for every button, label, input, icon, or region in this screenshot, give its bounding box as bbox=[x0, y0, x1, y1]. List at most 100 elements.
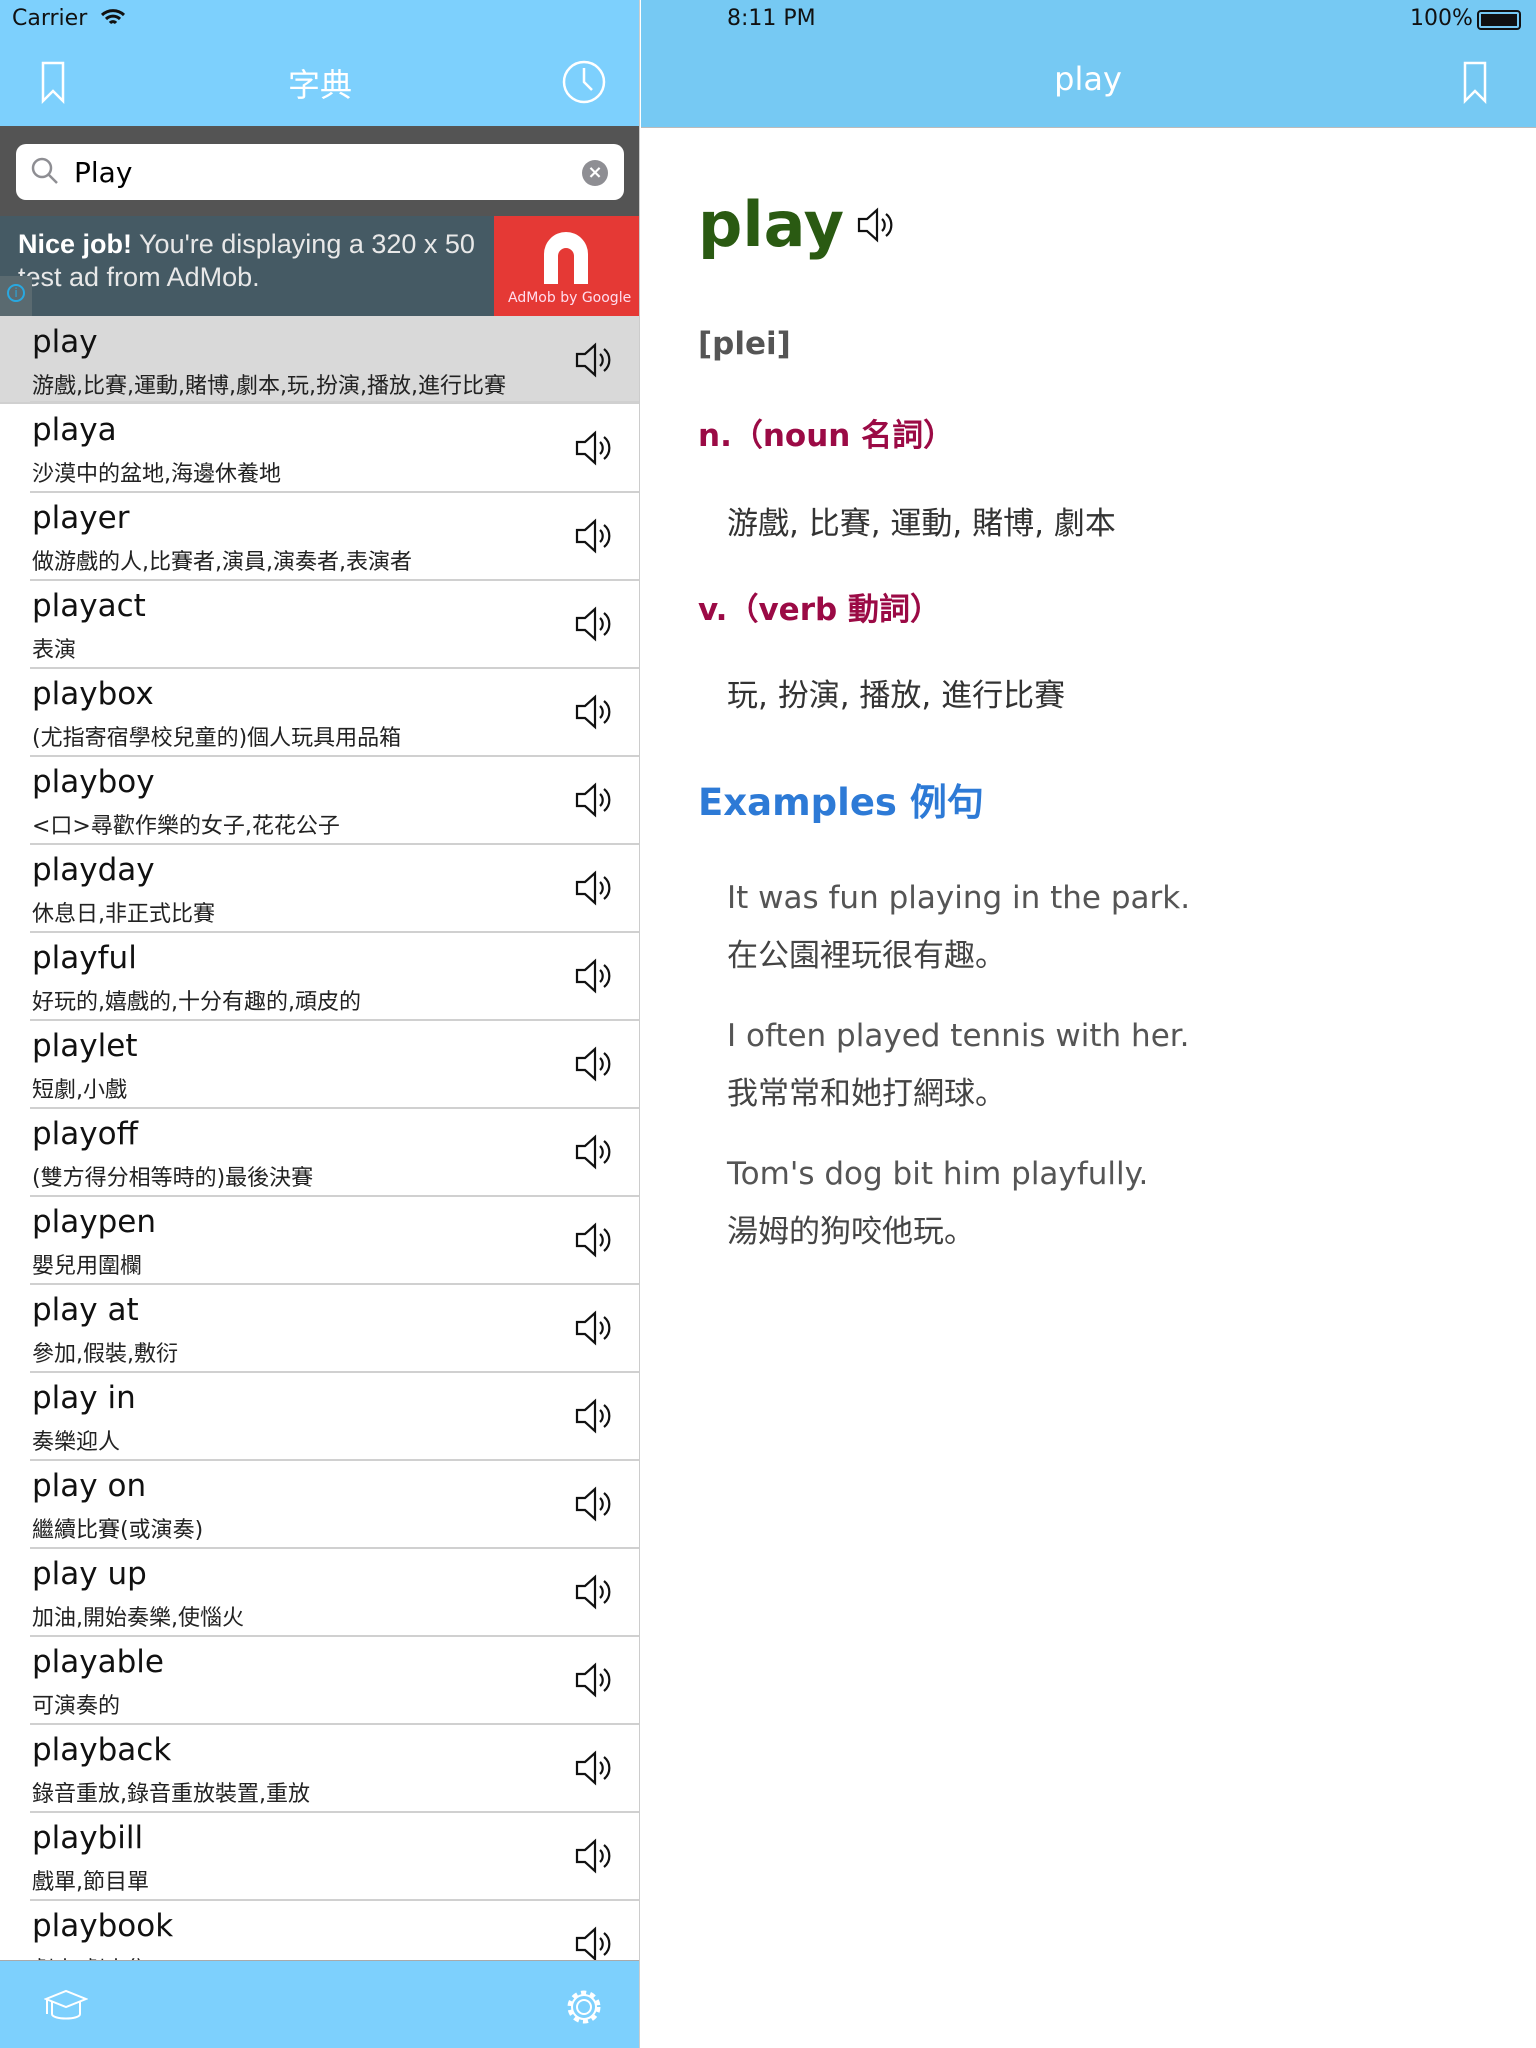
list-item[interactable]: play 游戲,比賽,運動,賭博,劇本,玩,扮演,播放,進行比賽 bbox=[0, 316, 639, 404]
list-item-definition: 錄音重放,錄音重放裝置,重放 bbox=[32, 1782, 310, 1807]
list-item[interactable]: playbox (尤指寄宿學校兒童的)個人玩具用品箱 bbox=[0, 668, 639, 757]
list-item-definition: 表演 bbox=[32, 638, 77, 663]
speaker-icon[interactable] bbox=[574, 1044, 614, 1084]
speaker-icon[interactable] bbox=[574, 1220, 614, 1260]
list-item[interactable]: play on 繼續比賽(或演奏) bbox=[0, 1460, 639, 1549]
list-item-definition: 可演奏的 bbox=[32, 1694, 121, 1719]
list-item-word: player bbox=[32, 500, 130, 536]
list-item-definition: 戲單,節目單 bbox=[32, 1870, 149, 1895]
app-title: 字典 bbox=[287, 66, 353, 104]
list-item-definition: (尤指寄宿學校兒童的)個人玩具用品箱 bbox=[32, 726, 402, 751]
clear-search-button[interactable]: × bbox=[582, 160, 608, 186]
speaker-icon[interactable] bbox=[574, 1660, 614, 1700]
list-item-definition: 沙漠中的盆地,海邊休養地 bbox=[32, 462, 281, 487]
list-item-word: playbox bbox=[32, 676, 154, 712]
example-chinese: 我常常和她打網球。 bbox=[727, 1076, 1006, 1112]
speaker-icon[interactable] bbox=[574, 1748, 614, 1788]
list-item-word: play in bbox=[32, 1380, 136, 1416]
verb-definition: 玩, 扮演, 播放, 進行比賽 bbox=[727, 678, 1066, 714]
entry-nav-title: play bbox=[1054, 60, 1122, 98]
entry-word: play bbox=[698, 188, 844, 261]
speaker-icon[interactable] bbox=[574, 1924, 614, 1964]
list-item[interactable]: playact 表演 bbox=[0, 580, 639, 669]
list-item-definition: <口>尋歡作樂的女子,花花公子 bbox=[32, 814, 340, 839]
clock-icon[interactable] bbox=[562, 60, 606, 104]
list-item[interactable]: playa 沙漠中的盆地,海邊休養地 bbox=[0, 404, 639, 493]
search-field[interactable]: × bbox=[16, 144, 624, 200]
admob-logo: AdMob by Google bbox=[494, 216, 639, 316]
ad-banner[interactable]: Nice job! You're displaying a 320 x 50 t… bbox=[0, 216, 639, 316]
speaker-icon[interactable] bbox=[574, 1396, 614, 1436]
speaker-icon[interactable] bbox=[574, 604, 614, 644]
list-item[interactable]: player 做游戲的人,比賽者,演員,演奏者,表演者 bbox=[0, 492, 639, 581]
speaker-icon[interactable] bbox=[856, 205, 896, 245]
wifi-icon bbox=[100, 9, 126, 25]
list-item-word: play bbox=[32, 324, 98, 360]
pos-noun: n.（noun 名詞） bbox=[698, 418, 955, 454]
battery-icon bbox=[1477, 10, 1521, 30]
bookmark-icon[interactable] bbox=[40, 60, 68, 104]
list-item[interactable]: playboy <口>尋歡作樂的女子,花花公子 bbox=[0, 756, 639, 845]
list-item-definition: 短劇,小戲 bbox=[32, 1078, 127, 1103]
speaker-icon[interactable] bbox=[574, 1836, 614, 1876]
list-item-definition: 游戲,比賽,運動,賭博,劇本,玩,扮演,播放,進行比賽 bbox=[32, 374, 506, 399]
entry-detail-panel: 8:11 PM 100% play play [plei] n.（noun 名詞… bbox=[641, 0, 1536, 2048]
list-item[interactable]: playable 可演奏的 bbox=[0, 1636, 639, 1725]
list-item-definition: 嬰兒用圍欄 bbox=[32, 1254, 143, 1279]
example-chinese: 在公園裡玩很有趣。 bbox=[727, 938, 1006, 974]
example-english: It was fun playing in the park. bbox=[727, 880, 1191, 916]
example-chinese: 湯姆的狗咬他玩。 bbox=[727, 1214, 975, 1250]
list-item-definition: 繼續比賽(或演奏) bbox=[32, 1518, 204, 1543]
example-english: I often played tennis with her. bbox=[727, 1018, 1190, 1054]
speaker-icon[interactable] bbox=[574, 428, 614, 468]
time-label: 8:11 PM bbox=[727, 6, 816, 31]
speaker-icon[interactable] bbox=[574, 340, 614, 380]
list-item[interactable]: playlet 短劇,小戲 bbox=[0, 1020, 639, 1109]
bookmark-icon[interactable] bbox=[1462, 60, 1490, 104]
list-item-word: playful bbox=[32, 940, 137, 976]
list-item-word: play on bbox=[32, 1468, 147, 1504]
list-item-word: play at bbox=[32, 1292, 139, 1328]
list-item[interactable]: play at 參加,假裝,敷衍 bbox=[0, 1284, 639, 1373]
speaker-icon[interactable] bbox=[574, 956, 614, 996]
list-item[interactable]: playpen 嬰兒用圍欄 bbox=[0, 1196, 639, 1285]
list-item-definition: (雙方得分相等時的)最後決賽 bbox=[32, 1166, 314, 1191]
list-item-definition: 做游戲的人,比賽者,演員,演奏者,表演者 bbox=[32, 550, 412, 575]
ad-info-icon[interactable]: i bbox=[0, 276, 32, 316]
phonetic: [plei] bbox=[698, 326, 791, 362]
list-item-word: playday bbox=[32, 852, 155, 888]
list-item-word: playable bbox=[32, 1644, 164, 1680]
list-item[interactable]: playbill 戲單,節目單 bbox=[0, 1812, 639, 1901]
list-item-word: playa bbox=[32, 412, 117, 448]
speaker-icon[interactable] bbox=[574, 780, 614, 820]
list-item[interactable]: playback 錄音重放,錄音重放裝置,重放 bbox=[0, 1724, 639, 1813]
list-item[interactable]: play in 奏樂迎人 bbox=[0, 1372, 639, 1461]
speaker-icon[interactable] bbox=[574, 1308, 614, 1348]
speaker-icon[interactable] bbox=[574, 1484, 614, 1524]
example-english: Tom's dog bit him playfully. bbox=[727, 1156, 1149, 1192]
search-input[interactable] bbox=[74, 152, 554, 192]
speaker-icon[interactable] bbox=[574, 1132, 614, 1172]
bottom-toolbar bbox=[0, 1960, 639, 2048]
speaker-icon[interactable] bbox=[574, 692, 614, 732]
ad-text: Nice job! You're displaying a 320 x 50 t… bbox=[18, 229, 475, 292]
list-item-word: playpen bbox=[32, 1204, 157, 1240]
list-item[interactable]: playday 休息日,非正式比賽 bbox=[0, 844, 639, 933]
list-item[interactable]: play up 加油,開始奏樂,使惱火 bbox=[0, 1548, 639, 1637]
search-icon bbox=[31, 157, 58, 184]
list-item[interactable]: playoff (雙方得分相等時的)最後決賽 bbox=[0, 1108, 639, 1197]
list-item-word: play up bbox=[32, 1556, 147, 1592]
speaker-icon[interactable] bbox=[574, 868, 614, 908]
speaker-icon[interactable] bbox=[574, 1572, 614, 1612]
list-item-word: playbook bbox=[32, 1908, 174, 1944]
carrier-label: Carrier bbox=[12, 6, 88, 31]
gear-icon[interactable] bbox=[562, 1985, 606, 2029]
graduation-cap-icon[interactable] bbox=[44, 1989, 88, 2025]
speaker-icon[interactable] bbox=[574, 516, 614, 556]
list-item[interactable]: playful 好玩的,嬉戲的,十分有趣的,頑皮的 bbox=[0, 932, 639, 1021]
noun-definition: 游戲, 比賽, 運動, 賭博, 劇本 bbox=[727, 506, 1116, 542]
list-item-word: playact bbox=[32, 588, 146, 624]
list-item-word: playback bbox=[32, 1732, 172, 1768]
list-item-definition: 參加,假裝,敷衍 bbox=[32, 1342, 178, 1367]
word-list-panel: Carrier 字典 × Nice job! You're displaying… bbox=[0, 0, 640, 2048]
